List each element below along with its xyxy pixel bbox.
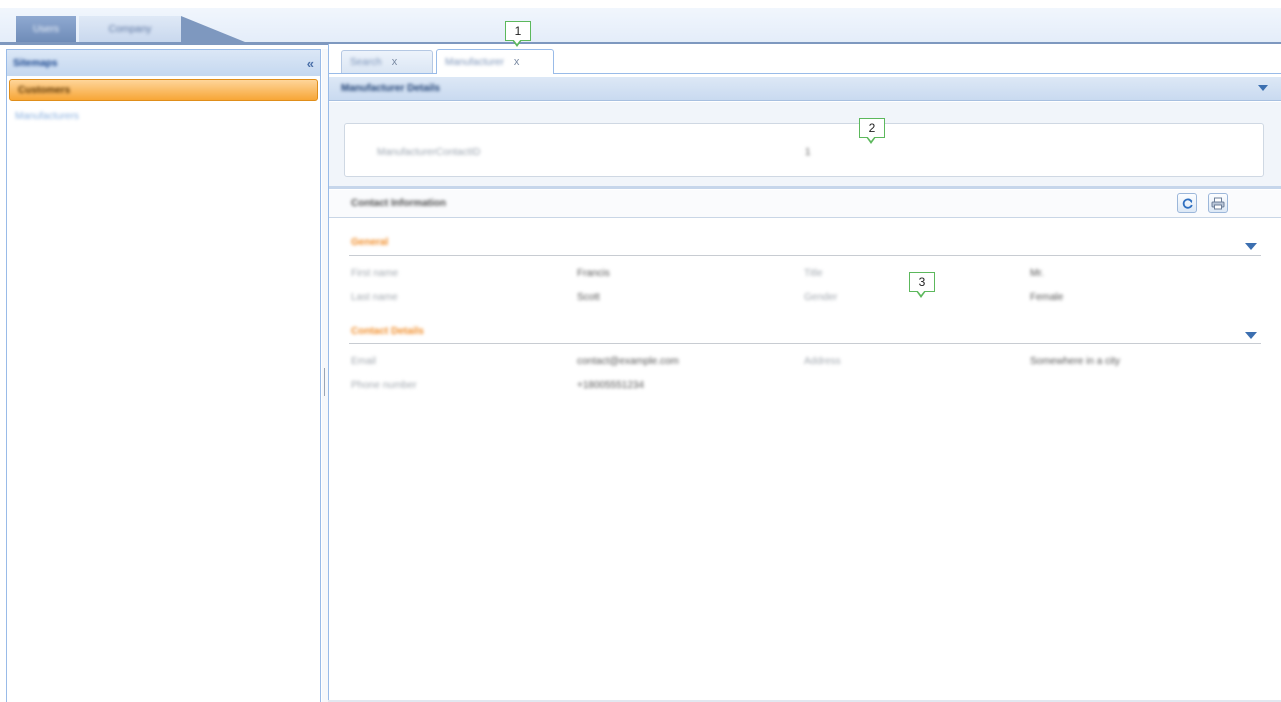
- field-label: Title: [804, 268, 823, 279]
- splitter-grip[interactable]: [324, 368, 325, 396]
- refresh-icon: [1182, 198, 1193, 209]
- callout-marker: 1: [505, 21, 531, 47]
- callout-number: 1: [514, 24, 522, 38]
- tab-search[interactable]: Search x: [341, 50, 433, 73]
- field-label: First name: [351, 268, 399, 279]
- refresh-button[interactable]: [1177, 193, 1197, 213]
- callout-number: 2: [868, 121, 876, 135]
- field-value: +18005551234: [577, 380, 645, 391]
- top-tab-company[interactable]: Company: [79, 16, 181, 42]
- field-value: Francis: [577, 268, 610, 279]
- section-header-contact: Contact Information: [329, 190, 1281, 218]
- field-value: Scott: [577, 292, 600, 303]
- field-value: Female: [1030, 292, 1064, 303]
- sidebar-item-customers[interactable]: Customers: [9, 79, 318, 101]
- sitemap-panel-header: Sitemaps «: [7, 50, 320, 76]
- top-tab-label: Company: [108, 23, 152, 35]
- callout-number: 3: [918, 275, 926, 289]
- callout-marker: 2: [859, 118, 885, 144]
- triangle-down-icon[interactable]: [1245, 243, 1257, 250]
- field-value: 1: [805, 147, 811, 158]
- section-header-details[interactable]: Manufacturer Details: [329, 77, 1281, 101]
- section-divider: [329, 186, 1281, 189]
- callout-marker: 3: [909, 272, 935, 298]
- close-icon[interactable]: x: [392, 56, 398, 68]
- print-button[interactable]: [1208, 193, 1228, 213]
- field-label: Phone number: [351, 380, 417, 391]
- field-label: Last name: [351, 292, 398, 303]
- section-title: Manufacturer Details: [341, 83, 440, 94]
- triangle-down-icon[interactable]: [1245, 332, 1257, 339]
- group-divider: [349, 343, 1261, 344]
- group-title-general: General: [351, 237, 389, 248]
- sidebar-item-label: Customers: [18, 84, 71, 96]
- details-box: ManufacturerContactID 1: [344, 123, 1264, 177]
- tab-manufacturer[interactable]: Manufacturer x: [436, 49, 554, 74]
- top-bar: Users Company: [0, 0, 1281, 45]
- field-label: Email: [351, 356, 377, 367]
- printer-icon: [1211, 197, 1225, 209]
- group-divider: [349, 255, 1261, 256]
- group-title-contact-details: Contact Details: [351, 326, 424, 337]
- sidebar-item-label: Manufacturers: [15, 111, 79, 122]
- triangle-down-icon[interactable]: [1258, 85, 1268, 91]
- sidebar-item-manufacturers[interactable]: Manufacturers: [15, 111, 320, 122]
- tab-label: Manufacturer: [445, 56, 504, 68]
- field-value: Somewhere in a city: [1030, 356, 1121, 367]
- tab-label: Search: [350, 56, 382, 68]
- field-label: ManufacturerContactID: [377, 147, 481, 158]
- details-body: ManufacturerContactID 1: [329, 102, 1281, 186]
- field-label: Gender: [804, 292, 838, 303]
- top-tab-slant: [181, 16, 245, 42]
- top-tab-label: Users: [32, 23, 60, 35]
- field-value: contact@example.com: [577, 356, 679, 367]
- tab-strip: Search x Manufacturer x: [329, 44, 1281, 74]
- sitemap-panel-title: Sitemaps: [13, 57, 58, 69]
- section-title: Contact Information: [351, 198, 446, 209]
- field-value: Mr.: [1030, 268, 1044, 279]
- double-chevron-left-icon[interactable]: «: [307, 56, 314, 71]
- close-icon[interactable]: x: [514, 56, 520, 68]
- sitemap-panel: Sitemaps « Customers Manufacturers: [6, 49, 321, 702]
- top-tab-users[interactable]: Users: [16, 16, 76, 42]
- main-panel: Search x Manufacturer x Manufacturer Det…: [328, 44, 1281, 702]
- field-label: Address: [804, 356, 841, 367]
